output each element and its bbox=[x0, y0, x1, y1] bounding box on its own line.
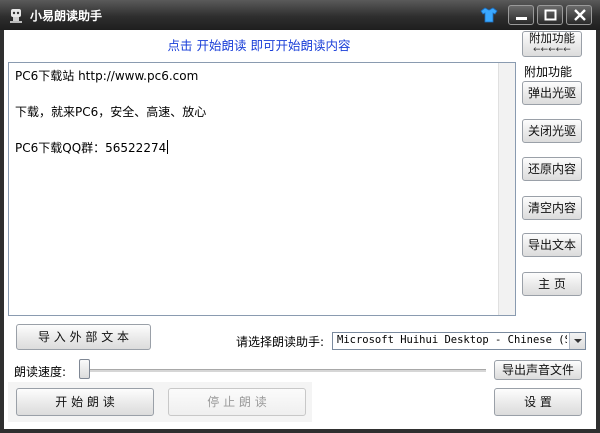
stop-reading-button[interactable]: 停 止 朗 读 bbox=[168, 388, 306, 416]
eject-drive-button[interactable]: 弹出光驱 bbox=[522, 81, 582, 105]
instruction-text: 点击 开始朗读 即可开始朗读内容 bbox=[167, 38, 351, 53]
title-bar[interactable]: 小易朗读助手 bbox=[0, 0, 600, 30]
editor-line: PC6下载站 http://www.pc6.com bbox=[15, 69, 199, 83]
chevron-down-icon bbox=[574, 339, 582, 343]
addon-toggle-button[interactable]: 附加功能 ←←←←← bbox=[522, 31, 582, 57]
app-icon bbox=[10, 9, 22, 23]
speed-slider-thumb[interactable] bbox=[79, 359, 90, 379]
export-text-button[interactable]: 导出文本 bbox=[522, 233, 582, 257]
dropdown-button[interactable] bbox=[569, 333, 585, 349]
addon-collapse-arrows: ←←←←← bbox=[533, 45, 571, 55]
voice-label: 请选择朗读助手: bbox=[236, 335, 325, 349]
addon-toggle-label: 附加功能 bbox=[529, 31, 575, 45]
export-audio-button[interactable]: 导出声音文件 bbox=[494, 360, 582, 380]
close-button[interactable] bbox=[566, 5, 592, 25]
speed-slider-track[interactable] bbox=[82, 369, 486, 372]
voice-select[interactable]: Microsoft Huihui Desktop - Chinese (Simp… bbox=[332, 332, 586, 350]
maximize-button[interactable] bbox=[537, 5, 563, 25]
homepage-button[interactable]: 主 页 bbox=[522, 272, 582, 296]
speed-label: 朗读速度: bbox=[14, 365, 67, 379]
app-window: 小易朗读助手 点击 开始朗读 即可开始朗读内容 PC6下载站 http://ww… bbox=[0, 0, 600, 433]
settings-button[interactable]: 设 置 bbox=[494, 388, 582, 416]
skin-icon[interactable] bbox=[480, 7, 498, 23]
editor-line: PC6下载QQ群：56522274 bbox=[15, 141, 167, 155]
text-caret bbox=[167, 140, 169, 154]
text-editor[interactable]: PC6下载站 http://www.pc6.com 下载，就来PC6，安全、高速… bbox=[8, 62, 516, 316]
import-text-button[interactable]: 导 入 外 部 文 本 bbox=[16, 324, 151, 350]
editor-line: 下载，就来PC6，安全、高速、放心 bbox=[15, 105, 207, 119]
restore-content-button[interactable]: 还原内容 bbox=[522, 157, 582, 181]
clear-content-button[interactable]: 清空内容 bbox=[522, 196, 582, 220]
addon-section-title: 附加功能 bbox=[524, 65, 573, 79]
window-title: 小易朗读助手 bbox=[30, 9, 103, 23]
maximize-icon bbox=[544, 9, 557, 21]
minimize-button[interactable] bbox=[508, 5, 534, 25]
minimize-icon bbox=[516, 17, 527, 20]
start-reading-button[interactable]: 开 始 朗 读 bbox=[16, 388, 154, 416]
close-drive-button[interactable]: 关闭光驱 bbox=[522, 119, 582, 143]
editor-scrollbar[interactable] bbox=[498, 63, 515, 315]
main-panel: 点击 开始朗读 即可开始朗读内容 PC6下载站 http://www.pc6.c… bbox=[4, 30, 596, 429]
voice-select-value: Microsoft Huihui Desktop - Chinese (Simp… bbox=[337, 334, 567, 346]
close-icon bbox=[574, 9, 586, 21]
